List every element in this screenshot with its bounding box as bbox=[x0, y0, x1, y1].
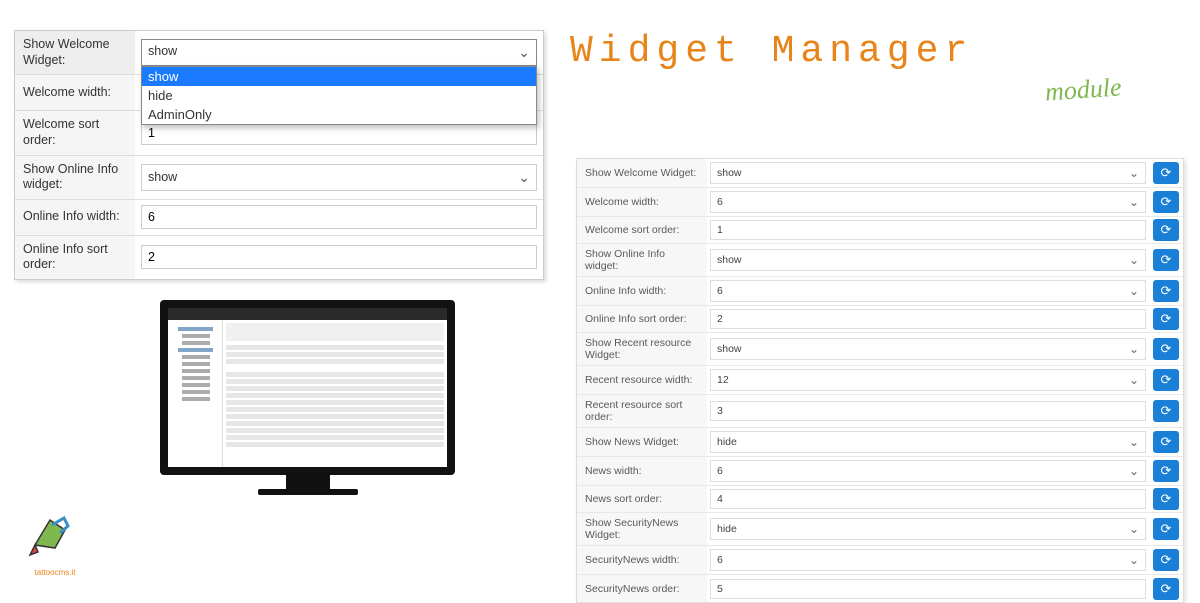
refresh-icon: ⟳ bbox=[1161, 222, 1172, 238]
monitor-preview bbox=[160, 300, 455, 505]
field-label: Show Welcome Widget: bbox=[577, 159, 707, 187]
refresh-icon: ⟳ bbox=[1161, 372, 1172, 388]
refresh-button[interactable]: ⟳ bbox=[1153, 280, 1179, 302]
refresh-icon: ⟳ bbox=[1161, 491, 1172, 507]
select-dropdown: show hide AdminOnly bbox=[141, 66, 537, 125]
online-width-input[interactable] bbox=[141, 205, 537, 229]
field-label: Recent resource width: bbox=[577, 366, 707, 394]
setting-input[interactable] bbox=[710, 309, 1146, 329]
field-label: News sort order: bbox=[577, 486, 707, 512]
field-label: Online Info sort order: bbox=[15, 236, 135, 279]
setting-select[interactable]: hide bbox=[710, 518, 1146, 540]
setting-select[interactable]: 6 bbox=[710, 460, 1146, 482]
setting-select[interactable]: 6 bbox=[710, 280, 1146, 302]
refresh-button[interactable]: ⟳ bbox=[1153, 549, 1179, 571]
brand-text: tattoocms.it bbox=[20, 568, 90, 577]
refresh-button[interactable]: ⟳ bbox=[1153, 249, 1179, 271]
setting-input[interactable] bbox=[710, 489, 1146, 509]
select-option-adminonly[interactable]: AdminOnly bbox=[142, 105, 536, 124]
field-label: Welcome width: bbox=[577, 188, 707, 216]
field-label: Show Welcome Widget: bbox=[15, 31, 135, 74]
field-label: Online Info width: bbox=[15, 200, 135, 235]
field-label: Recent resource sort order: bbox=[577, 395, 707, 427]
refresh-button[interactable]: ⟳ bbox=[1153, 369, 1179, 391]
field-label: Online Info sort order: bbox=[577, 306, 707, 332]
setting-select[interactable]: show bbox=[710, 162, 1146, 184]
refresh-icon: ⟳ bbox=[1161, 552, 1172, 568]
refresh-icon: ⟳ bbox=[1161, 434, 1172, 450]
field-label: Welcome width: bbox=[15, 75, 135, 110]
setting-select[interactable]: 6 bbox=[710, 549, 1146, 571]
module-title: Widget Manager module bbox=[570, 30, 973, 73]
select-option-hide[interactable]: hide bbox=[142, 86, 536, 105]
refresh-icon: ⟳ bbox=[1161, 581, 1172, 597]
setting-select[interactable]: 6 bbox=[710, 191, 1146, 213]
refresh-icon: ⟳ bbox=[1161, 311, 1172, 327]
title-subtitle: module bbox=[1044, 72, 1122, 107]
refresh-button[interactable]: ⟳ bbox=[1153, 162, 1179, 184]
field-label: Welcome sort order: bbox=[577, 217, 707, 243]
settings-panel-left: Show Welcome Widget: show show hide Admi… bbox=[14, 30, 544, 280]
refresh-button[interactable]: ⟳ bbox=[1153, 578, 1179, 600]
refresh-button[interactable]: ⟳ bbox=[1153, 191, 1179, 213]
refresh-icon: ⟳ bbox=[1161, 341, 1172, 357]
refresh-button[interactable]: ⟳ bbox=[1153, 460, 1179, 482]
refresh-icon: ⟳ bbox=[1161, 403, 1172, 419]
refresh-icon: ⟳ bbox=[1161, 283, 1172, 299]
setting-input[interactable] bbox=[710, 220, 1146, 240]
select-option-show[interactable]: show bbox=[142, 67, 536, 86]
field-label: Show Online Info widget: bbox=[577, 244, 707, 276]
field-label: SecurityNews width: bbox=[577, 546, 707, 574]
setting-select[interactable]: hide bbox=[710, 431, 1146, 453]
setting-input[interactable] bbox=[710, 401, 1146, 421]
refresh-button[interactable]: ⟳ bbox=[1153, 338, 1179, 360]
refresh-button[interactable]: ⟳ bbox=[1153, 308, 1179, 330]
field-label: Show Recent resource Widget: bbox=[577, 333, 707, 365]
settings-panel-right: Show Welcome Widget:show⟳Welcome width:6… bbox=[576, 158, 1184, 603]
title-main: Widget Manager bbox=[570, 30, 973, 73]
online-sort-input[interactable] bbox=[141, 245, 537, 269]
field-label: Online Info width: bbox=[577, 277, 707, 305]
refresh-icon: ⟳ bbox=[1161, 252, 1172, 268]
brand-logo: tattoocms.it bbox=[20, 495, 90, 565]
setting-input[interactable] bbox=[710, 579, 1146, 599]
refresh-button[interactable]: ⟳ bbox=[1153, 431, 1179, 453]
field-label: Show SecurityNews Widget: bbox=[577, 513, 707, 545]
refresh-icon: ⟳ bbox=[1161, 165, 1172, 181]
setting-select[interactable]: 12 bbox=[710, 369, 1146, 391]
refresh-icon: ⟳ bbox=[1161, 521, 1172, 537]
refresh-icon: ⟳ bbox=[1161, 194, 1172, 210]
field-label: Show Online Info widget: bbox=[15, 156, 135, 199]
field-label: News width: bbox=[577, 457, 707, 485]
field-label: Welcome sort order: bbox=[15, 111, 135, 154]
show-welcome-select[interactable]: show show hide AdminOnly bbox=[141, 39, 537, 66]
refresh-icon: ⟳ bbox=[1161, 463, 1172, 479]
refresh-button[interactable]: ⟳ bbox=[1153, 219, 1179, 241]
setting-select[interactable]: show bbox=[710, 338, 1146, 360]
field-label: Show News Widget: bbox=[577, 428, 707, 456]
field-label: SecurityNews order: bbox=[577, 575, 707, 602]
setting-select[interactable]: show bbox=[710, 249, 1146, 271]
refresh-button[interactable]: ⟳ bbox=[1153, 488, 1179, 510]
online-info-select[interactable]: show bbox=[141, 164, 537, 191]
refresh-button[interactable]: ⟳ bbox=[1153, 400, 1179, 422]
refresh-button[interactable]: ⟳ bbox=[1153, 518, 1179, 540]
